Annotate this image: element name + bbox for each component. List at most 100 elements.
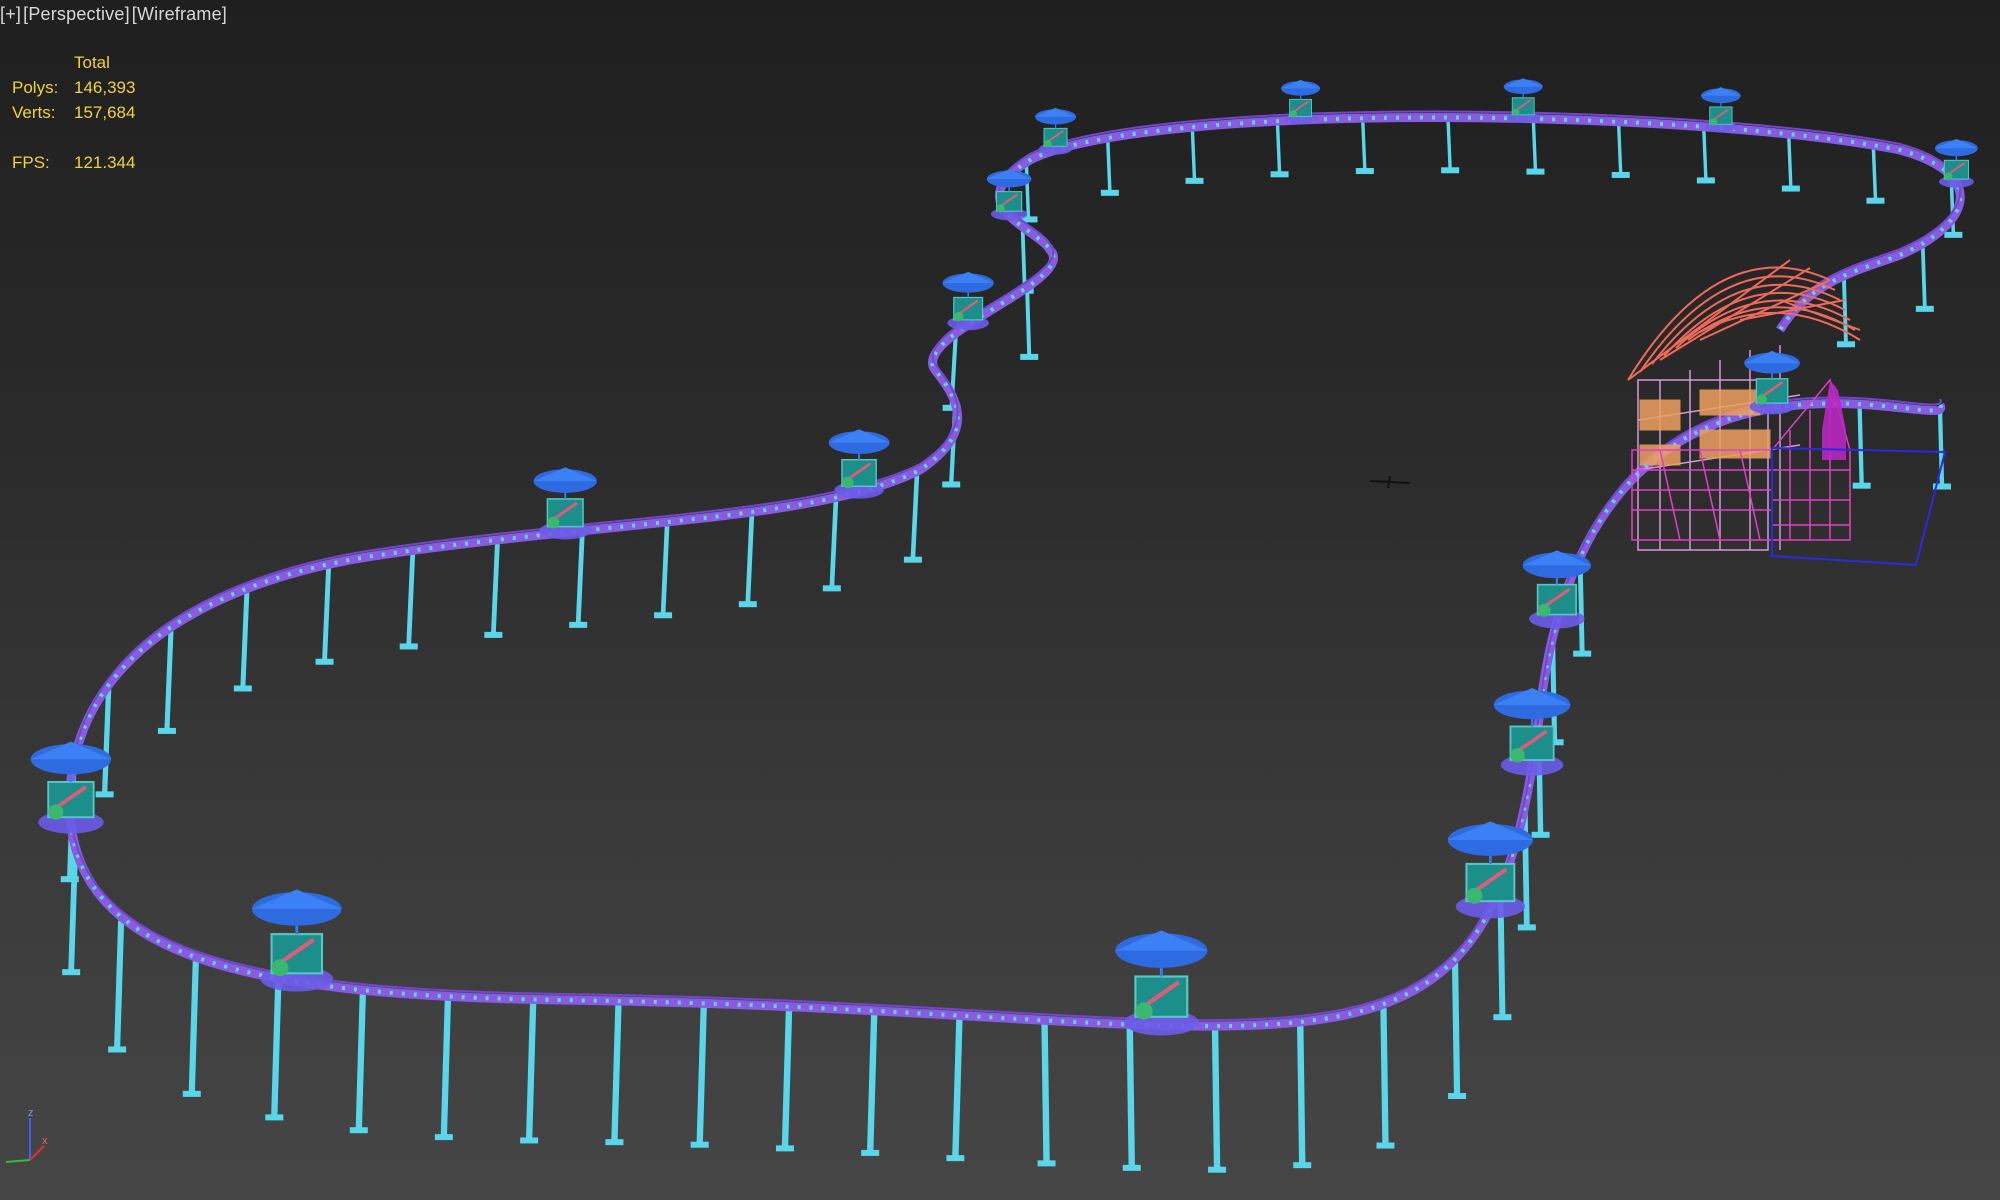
ride-car	[1115, 930, 1208, 1036]
viewport-menu-button[interactable]: [+]	[0, 4, 21, 25]
pillar-base	[60, 876, 79, 883]
pillar-base	[654, 612, 673, 619]
pillar-base	[690, 1141, 709, 1148]
pillar-base	[1852, 482, 1871, 489]
station-roof	[1627, 259, 1861, 381]
ride-car	[1744, 350, 1800, 415]
statistics-overlay: Total Polys: 146,393 Verts: 157,684 FPS: 12…	[12, 50, 135, 175]
pillar-base	[1376, 1142, 1395, 1149]
support-pillar	[829, 501, 839, 588]
pillar-base	[1915, 305, 1934, 312]
fps-value: 121.344	[74, 153, 136, 172]
pillar-base	[942, 481, 961, 488]
support-pillar	[1920, 247, 1927, 308]
support-pillar	[781, 1010, 793, 1148]
pillar-base	[1781, 185, 1800, 192]
fps-label: FPS:	[12, 153, 50, 172]
ride-car	[1493, 688, 1571, 776]
pillar-base	[520, 1137, 539, 1144]
pillar-base	[1293, 1162, 1312, 1169]
car-seat	[841, 476, 854, 489]
support-pillar	[1787, 138, 1793, 188]
ride-car	[1503, 78, 1543, 123]
support-pillar	[952, 1019, 963, 1158]
support-pillar	[1106, 141, 1112, 192]
car-seat	[48, 804, 64, 820]
support-pillar	[355, 994, 366, 1130]
pillar-base	[1100, 189, 1119, 196]
car-seat	[1944, 172, 1953, 181]
scene-wireframe[interactable]: z x	[0, 0, 2000, 1200]
pillar-base	[1020, 353, 1039, 360]
ride-car	[533, 467, 597, 540]
support-pillar	[1531, 122, 1538, 171]
ride-car	[1447, 821, 1533, 919]
pillar-base	[1611, 171, 1630, 178]
pillar-base	[1531, 831, 1550, 838]
ride-cars	[30, 78, 1978, 1036]
pillar-base	[903, 556, 922, 563]
support-pillar	[1842, 279, 1848, 344]
car-seat	[996, 204, 1005, 213]
support-pillar	[745, 515, 755, 604]
pillar-base	[1122, 1164, 1141, 1171]
support-pillar	[575, 534, 585, 624]
pillar-base	[1355, 168, 1374, 175]
pillar-base	[233, 685, 252, 692]
support-pillar	[406, 554, 416, 646]
viewport-3d[interactable]: z x [+] [Perspective] [Wireframe] Total …	[0, 0, 2000, 1200]
support-pillar	[1041, 1024, 1050, 1163]
pillar-base	[775, 1145, 794, 1152]
pillar-base	[1517, 924, 1536, 931]
support-pillar	[525, 1003, 537, 1140]
pillar-base	[108, 1046, 127, 1053]
support-pillar	[696, 1007, 707, 1144]
support-pillar	[1380, 1008, 1389, 1145]
pillar-base	[1573, 650, 1592, 657]
monorail-track	[65, 110, 1965, 1031]
pillar-base	[1944, 231, 1963, 238]
stats-header: Total	[74, 53, 110, 72]
polys-value: 146,393	[74, 78, 136, 97]
station-gate	[1822, 380, 1846, 460]
car-seat	[1466, 887, 1483, 904]
car-seat	[1289, 110, 1297, 118]
car-seat	[1709, 118, 1718, 126]
support-pillar	[611, 1004, 622, 1142]
pillar-base	[95, 791, 114, 798]
verts-label: Verts:	[12, 103, 56, 122]
pillar-base	[569, 621, 588, 628]
ride-car	[986, 169, 1032, 221]
support-pillar	[240, 592, 250, 688]
view-type-button[interactable]: [Perspective]	[23, 4, 130, 25]
support-pillar	[114, 920, 125, 1049]
shading-mode-button[interactable]: [Wireframe]	[132, 4, 227, 25]
support-pillar	[1702, 130, 1708, 180]
car-seat	[271, 959, 289, 977]
pillar-base	[1836, 341, 1855, 348]
support-pillar	[910, 475, 920, 559]
pillar-base	[315, 658, 334, 665]
pillar-base	[62, 969, 81, 976]
pillar-base	[265, 1114, 284, 1121]
car-seat	[547, 516, 560, 529]
ride-car	[1035, 107, 1077, 155]
ride-car	[30, 741, 112, 834]
car-seat	[953, 311, 964, 322]
track-outer-rail	[65, 113, 1965, 1031]
support-pillar	[322, 568, 332, 661]
ride-car	[942, 271, 994, 331]
pillar-base	[1037, 1160, 1056, 1167]
support-pillar	[1521, 809, 1530, 927]
support-pillar	[660, 525, 670, 615]
verts-value: 157,684	[74, 103, 136, 122]
support-pillar	[866, 1014, 878, 1153]
support-pillar	[1451, 963, 1461, 1096]
track-ties	[67, 115, 1963, 1029]
pillar-base	[349, 1127, 368, 1134]
pillar-base	[1696, 177, 1715, 184]
support-pillar	[1275, 125, 1282, 174]
pillar-base	[1441, 167, 1460, 174]
pillar-base	[157, 727, 176, 734]
viewport-label: [+] [Perspective] [Wireframe]	[0, 4, 227, 25]
